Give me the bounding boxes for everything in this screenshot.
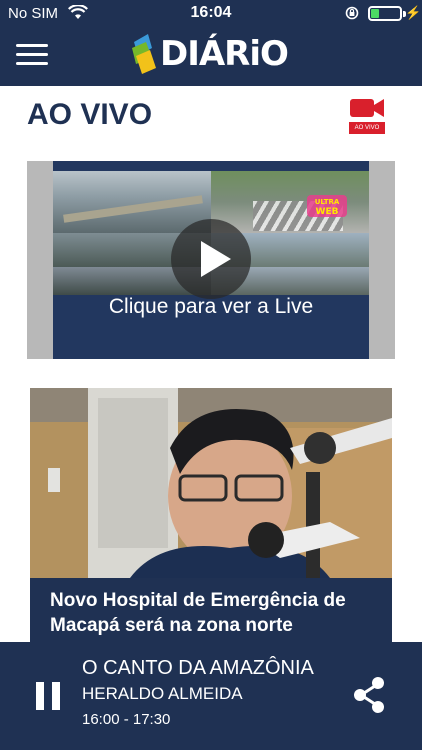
section-title: AO VIVO <box>27 98 153 131</box>
live-video-frame: ULTRA WEB Clique para ver a Live <box>53 161 369 359</box>
hamburger-menu-icon[interactable] <box>16 44 48 66</box>
program-schedule: 16:00 - 17:30 <box>82 711 171 728</box>
battery-level <box>371 9 379 18</box>
live-badge-button[interactable]: AO VIVO <box>349 96 385 138</box>
news-card[interactable]: Novo Hospital de Emergência de Macapá se… <box>30 388 392 650</box>
charging-bolt-icon: ⚡ <box>405 5 422 20</box>
play-icon[interactable] <box>171 219 251 299</box>
program-title: O CANTO DA AMAZÔNIA <box>82 657 314 679</box>
news-headline: Novo Hospital de Emergência de Macapá se… <box>30 578 392 650</box>
video-camera-icon <box>350 99 384 117</box>
share-icon[interactable] <box>352 676 386 714</box>
diario-logo: DIÁRiO <box>130 32 305 76</box>
logo-text: DIÁRiO <box>160 34 289 74</box>
program-host: HERALDO ALMEIDA <box>82 684 243 703</box>
svg-text:WEB: WEB <box>316 207 339 217</box>
rotation-lock-icon <box>345 6 359 20</box>
live-badge-label: AO VIVO <box>349 122 385 134</box>
studio-photo-illustration <box>30 388 392 578</box>
status-bar: No SIM 16:04 ⚡ <box>0 0 422 26</box>
live-caption: Clique para ver a Live <box>108 295 314 318</box>
pause-icon[interactable] <box>36 682 60 710</box>
radio-player-bar: O CANTO DA AMAZÔNIA HERALDO ALMEIDA 16:0… <box>0 642 422 750</box>
live-video-card[interactable]: ULTRA WEB Clique para ver a Live <box>27 161 395 359</box>
logo-mark-icon <box>132 34 156 74</box>
battery-icon <box>368 6 406 21</box>
news-photo <box>30 388 392 578</box>
svg-text:ULTRA: ULTRA <box>315 198 340 206</box>
app-header: No SIM 16:04 ⚡ DIÁRiO <box>0 0 422 86</box>
ultra-web-overlay: ULTRA WEB <box>307 195 347 217</box>
